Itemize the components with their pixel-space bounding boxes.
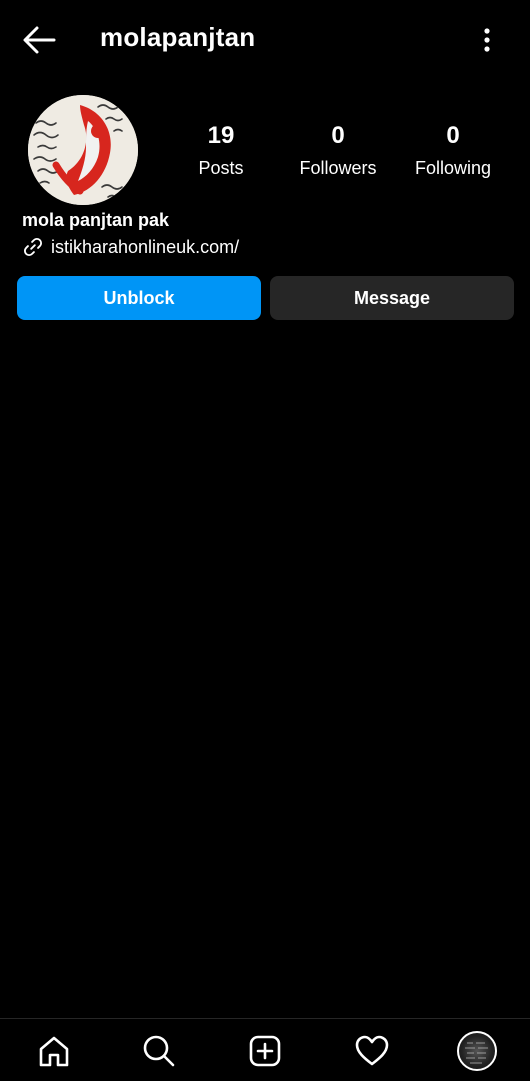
followers-stat[interactable]: 0 Followers	[283, 122, 393, 184]
profile-username: molapanjtan	[100, 22, 256, 52]
following-stat[interactable]: 0 Following	[398, 122, 508, 184]
arrow-left-icon	[23, 26, 56, 54]
followers-count: 0	[331, 122, 345, 149]
profile-avatar-small	[457, 1031, 497, 1071]
profile-display-name: mola panjtan pak	[22, 210, 170, 230]
nav-profile[interactable]	[457, 1031, 497, 1071]
more-options-button[interactable]	[474, 24, 500, 56]
nav-new-post[interactable]	[245, 1031, 285, 1071]
nav-home[interactable]	[34, 1031, 74, 1071]
avatar-image	[28, 95, 138, 205]
avatar-thumbnail	[465, 1042, 488, 1064]
bottom-navigation	[0, 1018, 530, 1081]
new-post-icon	[249, 1035, 281, 1067]
unblock-button[interactable]: Unblock	[17, 276, 261, 320]
following-label: Following	[414, 158, 492, 178]
message-button[interactable]: Message	[270, 276, 514, 320]
home-icon	[39, 1036, 69, 1067]
more-vertical-icon	[484, 28, 490, 52]
posts-count: 19	[207, 122, 235, 149]
top-bar: molapanjtan	[0, 0, 530, 80]
link-icon	[23, 237, 43, 257]
search-icon	[143, 1035, 175, 1067]
profile-avatar[interactable]	[28, 95, 138, 205]
profile-website-link[interactable]: istikharahonlineuk.com/	[22, 235, 239, 259]
posts-stat[interactable]: 19 Posts	[166, 122, 276, 184]
heart-icon	[355, 1035, 389, 1066]
website-text: istikharahonlineuk.com/	[51, 236, 240, 257]
followers-label: Followers	[299, 158, 377, 178]
nav-activity[interactable]	[352, 1031, 392, 1071]
back-button[interactable]	[20, 22, 58, 58]
nav-search[interactable]	[139, 1031, 179, 1071]
following-count: 0	[446, 122, 460, 149]
posts-label: Posts	[198, 158, 244, 178]
